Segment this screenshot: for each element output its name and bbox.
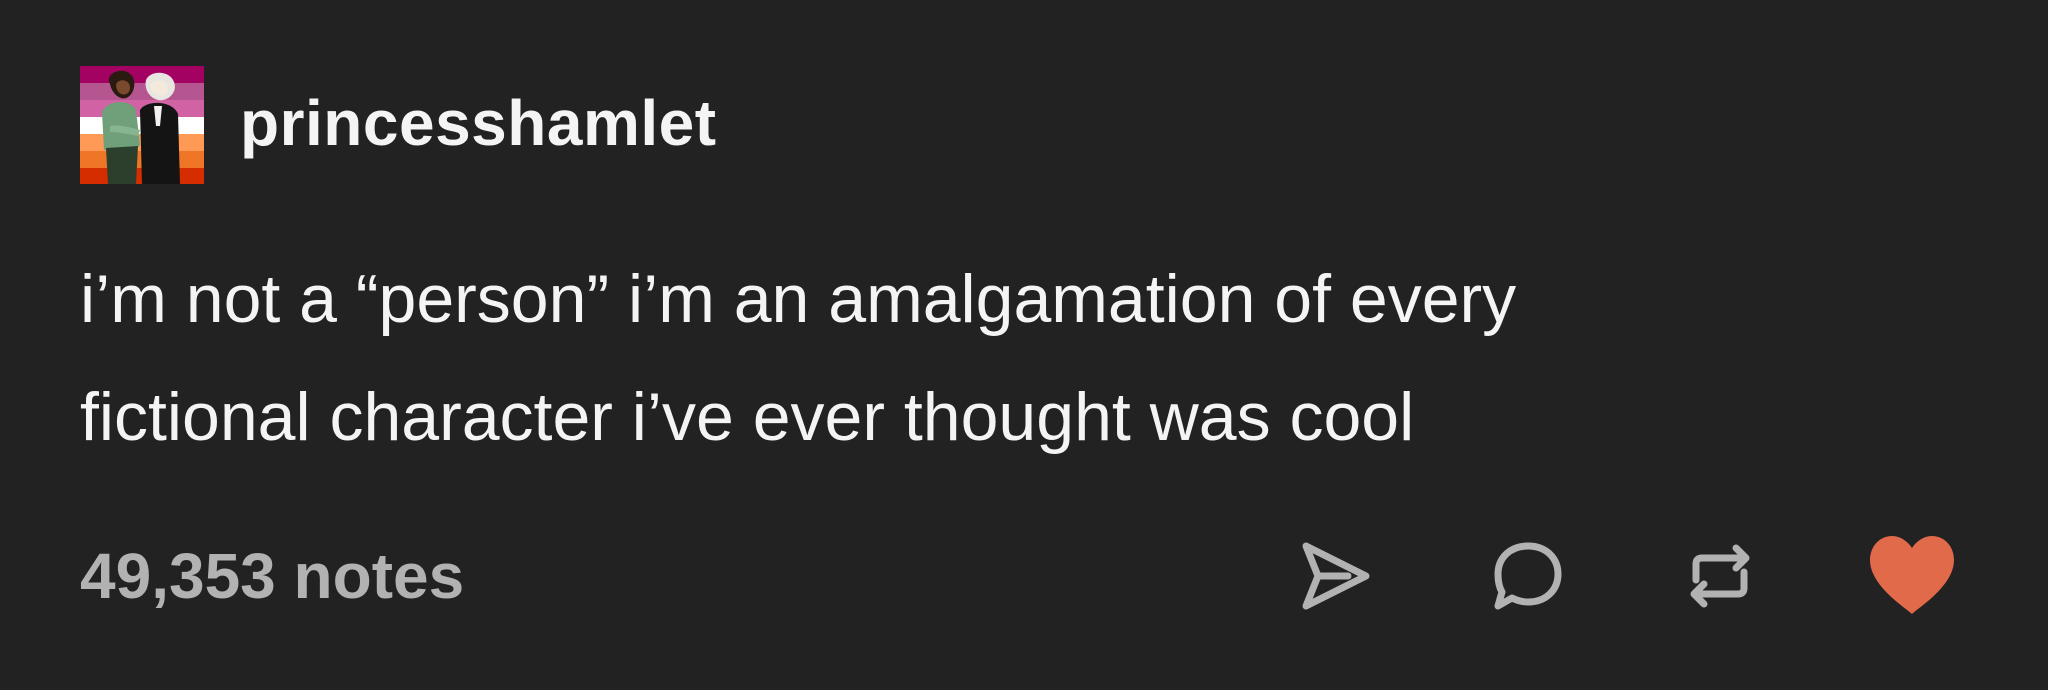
post-text-line: fictional character i’ve ever thought wa… bbox=[80, 379, 1415, 455]
reblog-button[interactable] bbox=[1672, 528, 1768, 624]
avatar[interactable] bbox=[80, 66, 204, 184]
heart-icon bbox=[1870, 536, 1954, 614]
post-actions bbox=[1192, 528, 1960, 624]
share-button[interactable] bbox=[1288, 528, 1384, 624]
avatar-figures-illustration bbox=[102, 70, 180, 184]
post-card: princesshamlet i’m not a “person” i’m an… bbox=[0, 0, 2048, 690]
post-body: i’m not a “person” i’m an amalgamation o… bbox=[80, 240, 1960, 476]
reply-button[interactable] bbox=[1480, 528, 1576, 624]
notes-count-link[interactable]: 49,353 notes bbox=[80, 539, 464, 613]
reblog-icon bbox=[1690, 544, 1750, 608]
post-footer: 49,353 notes bbox=[80, 536, 1960, 616]
post-header: princesshamlet bbox=[80, 66, 717, 184]
username-link[interactable]: princesshamlet bbox=[240, 91, 717, 155]
post-text-line: i’m not a “person” i’m an amalgamation o… bbox=[80, 261, 1517, 337]
share-icon bbox=[1302, 542, 1370, 610]
like-button[interactable] bbox=[1864, 528, 1960, 624]
reply-icon bbox=[1494, 542, 1562, 610]
